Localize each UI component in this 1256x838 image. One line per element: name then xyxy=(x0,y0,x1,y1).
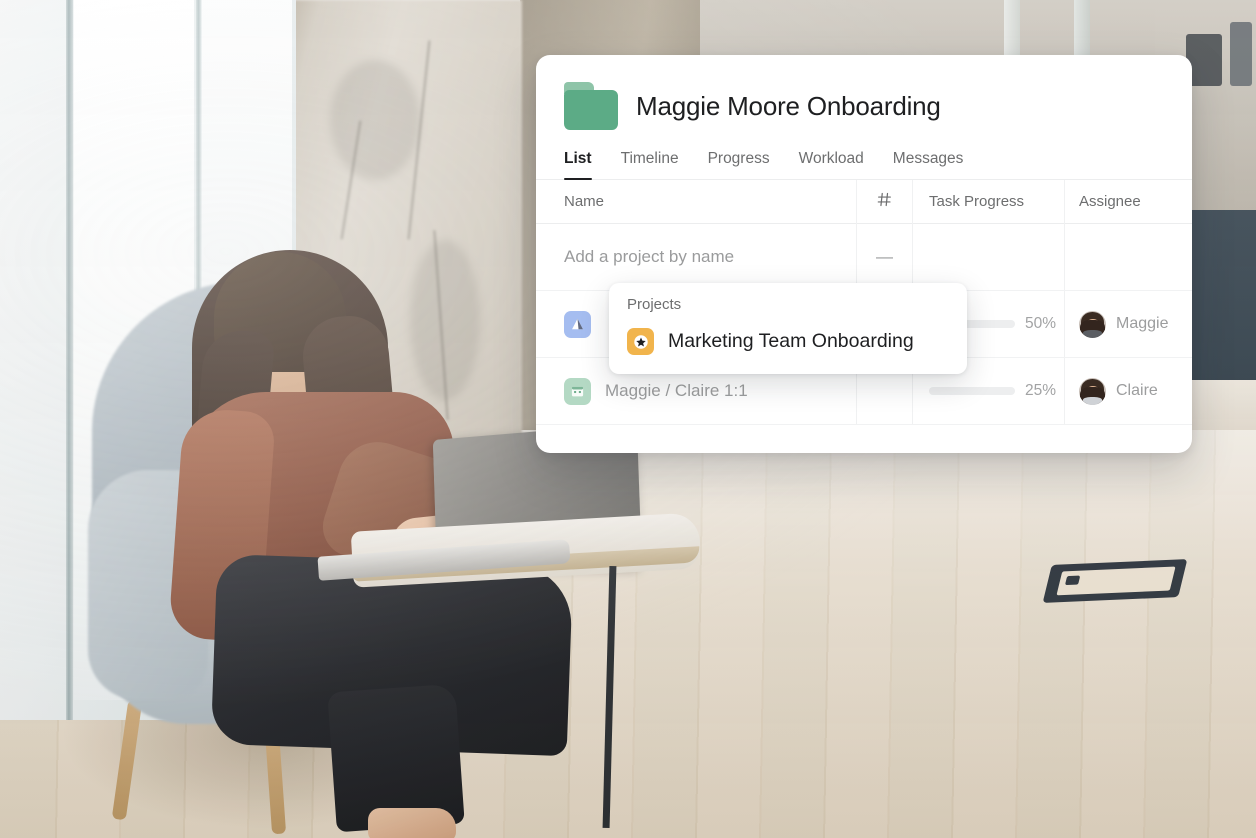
progress-percent: 50% xyxy=(1025,315,1057,332)
add-project-name-cell[interactable]: Add a project by name xyxy=(536,224,856,290)
calendar-icon xyxy=(564,377,591,405)
tab-timeline[interactable]: Timeline xyxy=(621,150,679,179)
dropdown-section-title: Projects xyxy=(627,296,682,313)
shelf-object xyxy=(1230,22,1252,86)
mountain-icon xyxy=(564,310,591,338)
tab-progress[interactable]: Progress xyxy=(708,150,770,179)
project-card: Maggie Moore Onboarding List Timeline Pr… xyxy=(536,55,1192,453)
tab-list[interactable]: List xyxy=(564,150,592,180)
column-header-hash[interactable] xyxy=(856,179,912,224)
column-header-name[interactable]: Name xyxy=(536,193,856,211)
person-foot xyxy=(368,808,456,838)
column-header-assignee[interactable]: Assignee xyxy=(1064,179,1192,224)
progress-bar xyxy=(929,387,1015,395)
project-autocomplete-dropdown: Projects Marketing Team Onboarding xyxy=(609,283,967,374)
column-header-task-progress-label: Task Progress xyxy=(929,193,1025,210)
floor-outlet xyxy=(1042,559,1188,603)
row-assignee-cell[interactable]: Claire xyxy=(1064,358,1192,424)
add-project-progress-cell xyxy=(912,224,1064,290)
avatar xyxy=(1079,310,1106,338)
row-assignee-label: Maggie xyxy=(1116,315,1169,332)
add-project-row[interactable]: Add a project by name — xyxy=(536,224,1192,291)
star-icon xyxy=(627,328,654,355)
tab-workload[interactable]: Workload xyxy=(799,150,864,179)
tab-bar: List Timeline Progress Workload Messages xyxy=(536,130,1192,180)
column-header-task-progress[interactable]: Task Progress xyxy=(912,179,1064,224)
card-header: Maggie Moore Onboarding xyxy=(536,55,1192,130)
window-mullion xyxy=(66,0,73,720)
row-name-label: Maggie / Claire 1:1 xyxy=(605,381,748,400)
column-header-name-label: Name xyxy=(564,192,605,210)
tab-messages[interactable]: Messages xyxy=(893,150,964,179)
table-header-row: Name Task Progress Assignee xyxy=(536,179,1192,224)
progress-percent: 25% xyxy=(1025,382,1057,399)
row-assignee-label: Claire xyxy=(1116,382,1158,399)
dropdown-item-marketing-team-onboarding[interactable]: Marketing Team Onboarding xyxy=(609,323,967,360)
column-header-assignee-label: Assignee xyxy=(1079,193,1141,210)
add-project-hash-cell: — xyxy=(856,224,912,290)
dropdown-item-label: Marketing Team Onboarding xyxy=(668,330,914,352)
avatar xyxy=(1079,377,1106,405)
folder-icon xyxy=(564,82,618,130)
add-project-hash-value: — xyxy=(876,247,893,266)
add-project-assignee-cell xyxy=(1064,224,1192,290)
hash-icon xyxy=(877,192,892,211)
add-project-input[interactable]: Add a project by name xyxy=(564,247,734,267)
row-assignee-cell[interactable]: Maggie xyxy=(1064,291,1192,357)
page-title: Maggie Moore Onboarding xyxy=(636,90,941,121)
